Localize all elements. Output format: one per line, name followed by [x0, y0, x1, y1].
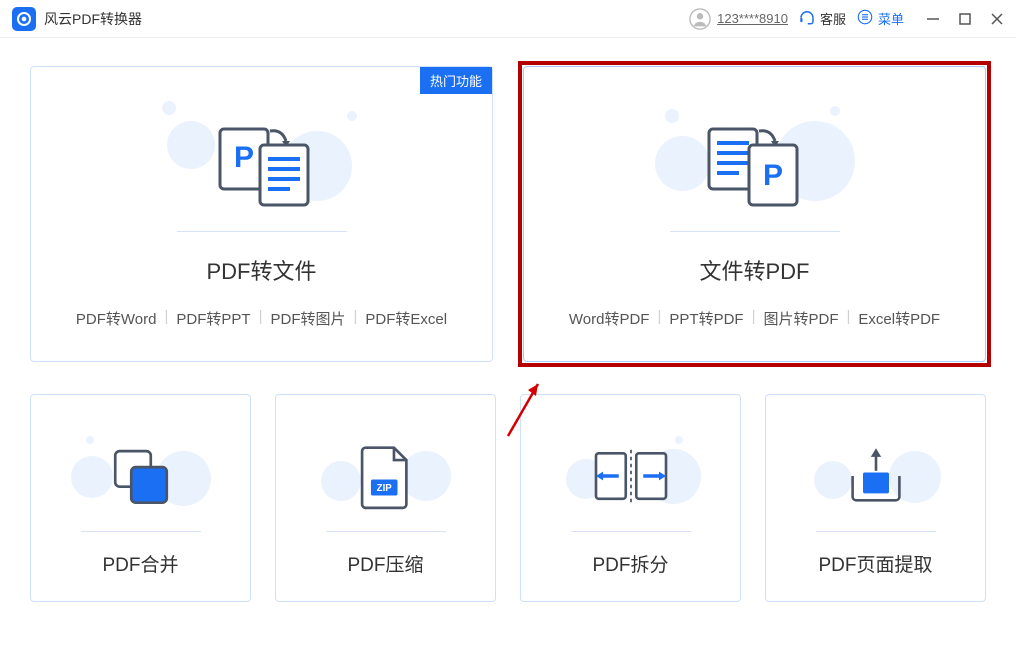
divider — [571, 531, 691, 532]
titlebar: 风云PDF转换器 123****8910 客服 菜单 — [0, 0, 1016, 38]
customer-service-button[interactable]: 客服 — [798, 8, 846, 29]
close-button[interactable] — [990, 12, 1004, 26]
merge-icon — [71, 431, 211, 521]
file-to-pdf-icon: P — [655, 101, 855, 221]
card-pdf-extract[interactable]: PDF页面提取 — [765, 394, 986, 602]
avatar-icon — [689, 8, 711, 30]
card-pdf-to-file[interactable]: 热门功能 P — [30, 66, 493, 362]
card-title: PDF压缩 — [347, 550, 423, 577]
card-title: PDF页面提取 — [818, 550, 932, 577]
hot-badge: 热门功能 — [420, 67, 492, 94]
card-title: PDF转文件 — [206, 254, 316, 286]
sub-image-to-pdf: 图片转PDF — [763, 308, 838, 329]
service-label: 客服 — [820, 9, 846, 28]
app-title: 风云PDF转换器 — [44, 9, 142, 29]
menu-label: 菜单 — [878, 9, 904, 28]
maximize-button[interactable] — [958, 12, 972, 26]
divider — [326, 531, 446, 532]
sub-excel-to-pdf: Excel转PDF — [858, 308, 940, 329]
card-title: 文件转PDF — [699, 254, 809, 286]
divider — [816, 531, 936, 532]
pdf-to-file-icon: P — [162, 101, 362, 221]
sub-pdf-to-excel: PDF转Excel — [365, 308, 447, 329]
sub-word-to-pdf: Word转PDF — [569, 308, 650, 329]
svg-text:P: P — [762, 159, 782, 192]
menu-icon — [856, 8, 874, 29]
user-account-button[interactable]: 123****8910 — [689, 8, 788, 30]
username-label: 123****8910 — [717, 11, 788, 26]
menu-button[interactable]: 菜单 — [856, 8, 904, 29]
sub-pdf-to-word: PDF转Word — [76, 308, 157, 329]
svg-text:P: P — [233, 141, 253, 174]
sub-options: Word转PDF| PPT转PDF| 图片转PDF| Excel转PDF — [569, 308, 940, 329]
card-pdf-compress[interactable]: ZIP PDF压缩 — [275, 394, 496, 602]
headset-icon — [798, 8, 816, 29]
divider — [81, 531, 201, 532]
sub-pdf-to-image: PDF转图片 — [270, 308, 345, 329]
card-pdf-split[interactable]: PDF拆分 — [520, 394, 741, 602]
compress-icon: ZIP — [316, 431, 456, 521]
split-icon — [561, 431, 701, 521]
divider — [177, 231, 347, 232]
sub-pdf-to-ppt: PDF转PPT — [176, 308, 250, 329]
sub-ppt-to-pdf: PPT转PDF — [669, 308, 743, 329]
card-title: PDF拆分 — [592, 550, 668, 577]
sub-options: PDF转Word| PDF转PPT| PDF转图片| PDF转Excel — [76, 308, 447, 329]
app-logo-icon — [12, 7, 36, 31]
svg-text:ZIP: ZIP — [376, 483, 392, 494]
card-pdf-merge[interactable]: PDF合并 — [30, 394, 251, 602]
card-title: PDF合并 — [102, 550, 178, 577]
divider — [670, 231, 840, 232]
card-file-to-pdf[interactable]: P 文件转PDF Word转PDF| PPT转PDF| 图片转PDF| Exce… — [523, 66, 986, 362]
minimize-button[interactable] — [926, 12, 940, 26]
extract-icon — [806, 431, 946, 521]
